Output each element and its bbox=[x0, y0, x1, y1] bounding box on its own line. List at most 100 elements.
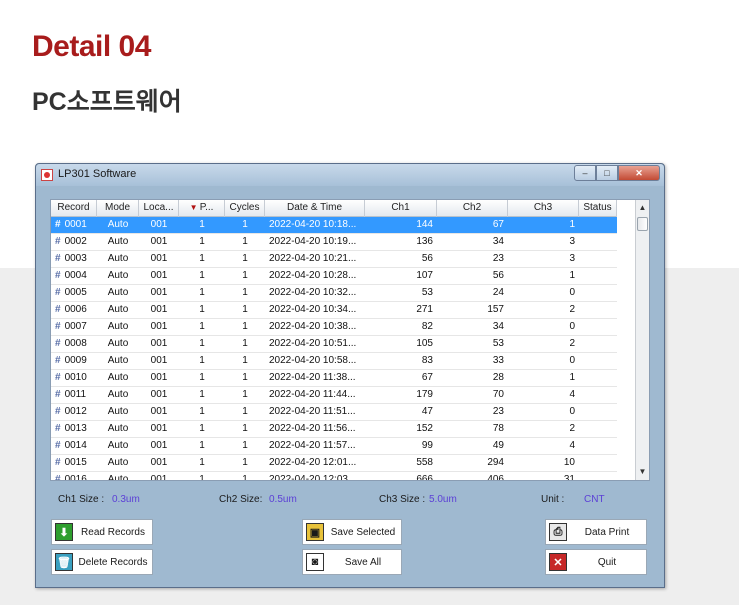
cell-record: #0010 bbox=[51, 370, 97, 386]
cell-status bbox=[579, 421, 617, 437]
cell-status bbox=[579, 319, 617, 335]
ch2-size-value: 0.5um bbox=[269, 494, 297, 505]
cell-p: 1 bbox=[199, 372, 205, 383]
table-row[interactable]: #0005 Auto 001 1 1 2022-04-20 10:32... 53 24 0 bbox=[51, 285, 617, 302]
table-header: Record Mode Loca... ▼ P... Cycles Date & Time… bbox=[51, 200, 617, 217]
cell-date-time: 2022-04-20 10:18... bbox=[269, 219, 357, 230]
record-marker-icon: # bbox=[55, 389, 61, 400]
column-header-location[interactable]: Loca... bbox=[139, 200, 179, 217]
record-number: 0006 bbox=[64, 304, 87, 315]
column-header-status[interactable]: Status bbox=[579, 200, 617, 217]
cell-record: #0011 bbox=[51, 387, 97, 403]
cell-status bbox=[579, 234, 617, 250]
table-row[interactable]: #0014 Auto 001 1 1 2022-04-20 11:57... 99 49 4 bbox=[51, 438, 617, 455]
scroll-up-icon[interactable]: ▲ bbox=[636, 201, 649, 215]
cell-ch3: 1 bbox=[569, 372, 575, 383]
cell-cycles: 1 bbox=[242, 440, 248, 451]
table-row[interactable]: #0008 Auto 001 1 1 2022-04-20 10:51... 105 53 2 bbox=[51, 336, 617, 353]
cell-date-time: 2022-04-20 10:19... bbox=[269, 236, 357, 247]
cell-ch1: 47 bbox=[421, 406, 433, 417]
column-header-p[interactable]: ▼ P... bbox=[179, 200, 225, 217]
cell-status bbox=[579, 438, 617, 454]
column-header-ch3[interactable]: Ch3 bbox=[508, 200, 579, 217]
table-row[interactable]: #0010 Auto 001 1 1 2022-04-20 11:38... 67 28 1 bbox=[51, 370, 617, 387]
scroll-thumb[interactable] bbox=[637, 217, 648, 231]
cell-status bbox=[579, 268, 617, 284]
cell-p: 1 bbox=[199, 406, 205, 417]
table-row[interactable]: #0015 Auto 001 1 1 2022-04-20 12:01... 558 294 1… bbox=[51, 455, 617, 472]
read-records-button[interactable]: ⬇ Read Records bbox=[51, 519, 153, 545]
scroll-down-icon[interactable]: ▼ bbox=[636, 465, 649, 479]
cell-ch1: 179 bbox=[416, 389, 433, 400]
table-row[interactable]: #0011 Auto 001 1 1 2022-04-20 11:44... 179 70 4 bbox=[51, 387, 617, 404]
column-header-ch1[interactable]: Ch1 bbox=[365, 200, 437, 217]
save-selected-button[interactable]: ▣ Save Selected bbox=[302, 519, 402, 545]
table-row[interactable]: #0003 Auto 001 1 1 2022-04-20 10:21... 56 23 3 bbox=[51, 251, 617, 268]
save-all-disk-icon: ◙ bbox=[306, 553, 324, 571]
cell-ch2: 24 bbox=[492, 287, 504, 298]
vertical-scrollbar[interactable]: ▲ ▼ bbox=[635, 200, 649, 480]
table-row[interactable]: #0013 Auto 001 1 1 2022-04-20 11:56... 152 78 2 bbox=[51, 421, 617, 438]
save-all-button[interactable]: ◙ Save All bbox=[302, 549, 402, 575]
cell-record: #0004 bbox=[51, 268, 97, 284]
cell-ch3: 0 bbox=[569, 321, 575, 332]
cell-ch3: 31 bbox=[563, 474, 575, 481]
save-disk-icon: ▣ bbox=[306, 523, 324, 541]
record-number: 0003 bbox=[64, 253, 87, 264]
quit-button[interactable]: ✕ Quit bbox=[545, 549, 647, 575]
cell-location: 001 bbox=[150, 474, 168, 481]
cell-ch1: 105 bbox=[416, 338, 433, 349]
page: Detail 04 PC소프트웨어 LP301 Software – □ ✕ R… bbox=[0, 0, 739, 605]
column-header-ch2[interactable]: Ch2 bbox=[437, 200, 508, 217]
record-marker-icon: # bbox=[55, 423, 61, 434]
cell-ch2: 406 bbox=[487, 474, 504, 481]
maximize-button[interactable]: □ bbox=[596, 165, 618, 181]
table-row[interactable]: #0004 Auto 001 1 1 2022-04-20 10:28... 107 56 1 bbox=[51, 268, 617, 285]
cell-ch1: 83 bbox=[421, 355, 433, 366]
trash-icon: 🗑 bbox=[55, 553, 73, 571]
record-marker-icon: # bbox=[55, 287, 61, 298]
record-number: 0011 bbox=[64, 389, 87, 400]
column-header-record[interactable]: Record bbox=[51, 200, 97, 217]
cell-location: 001 bbox=[150, 338, 168, 349]
cell-mode: Auto bbox=[107, 287, 129, 298]
table-row[interactable]: #0016 Auto 001 1 1 2022-04-20 12:03... 666 406 3… bbox=[51, 472, 617, 481]
cell-mode: Auto bbox=[107, 474, 129, 481]
table-row[interactable]: #0006 Auto 001 1 1 2022-04-20 10:34... 271 157 2 bbox=[51, 302, 617, 319]
table-row[interactable]: #0007 Auto 001 1 1 2022-04-20 10:38... 82 34 0 bbox=[51, 319, 617, 336]
printer-icon: ⎙ bbox=[549, 523, 567, 541]
close-button[interactable]: ✕ bbox=[618, 165, 660, 181]
delete-records-button[interactable]: 🗑 Delete Records bbox=[51, 549, 153, 575]
record-marker-icon: # bbox=[55, 440, 61, 451]
column-header-cycles[interactable]: Cycles bbox=[225, 200, 265, 217]
cell-record: #0012 bbox=[51, 404, 97, 420]
table-row[interactable]: #0009 Auto 001 1 1 2022-04-20 10:58... 83 33 0 bbox=[51, 353, 617, 370]
save-selected-label: Save Selected bbox=[330, 526, 396, 538]
column-header-date-time[interactable]: Date & Time bbox=[265, 200, 365, 217]
cell-ch3: 0 bbox=[569, 406, 575, 417]
cell-ch2: 49 bbox=[492, 440, 504, 451]
cell-cycles: 1 bbox=[242, 219, 248, 230]
ch1-size-label: Ch1 Size : bbox=[58, 494, 105, 505]
minimize-button[interactable]: – bbox=[574, 165, 596, 181]
table-row[interactable]: #0012 Auto 001 1 1 2022-04-20 11:51... 47 23 0 bbox=[51, 404, 617, 421]
cell-date-time: 2022-04-20 10:51... bbox=[269, 338, 357, 349]
cell-ch2: 34 bbox=[492, 321, 504, 332]
column-header-mode[interactable]: Mode bbox=[97, 200, 139, 217]
record-marker-icon: # bbox=[55, 355, 61, 366]
column-header-label: Status bbox=[583, 202, 612, 213]
cell-date-time: 2022-04-20 11:51... bbox=[269, 406, 356, 417]
cell-ch1: 152 bbox=[416, 423, 433, 434]
data-print-button[interactable]: ⎙ Data Print bbox=[545, 519, 647, 545]
cell-location: 001 bbox=[150, 270, 168, 281]
cell-cycles: 1 bbox=[242, 457, 248, 468]
cell-p: 1 bbox=[199, 236, 205, 247]
table-row[interactable]: #0002 Auto 001 1 1 2022-04-20 10:19... 136 34 3 bbox=[51, 234, 617, 251]
cell-ch3: 10 bbox=[563, 457, 575, 468]
cell-cycles: 1 bbox=[242, 236, 248, 247]
cell-ch2: 33 bbox=[492, 355, 504, 366]
title-bar[interactable]: LP301 Software – □ ✕ bbox=[36, 164, 664, 186]
cell-mode: Auto bbox=[107, 338, 129, 349]
table-row[interactable]: #0001 Auto 001 1 1 2022-04-20 10:18... 144 67 1 bbox=[51, 217, 617, 234]
record-number: 0013 bbox=[64, 423, 87, 434]
